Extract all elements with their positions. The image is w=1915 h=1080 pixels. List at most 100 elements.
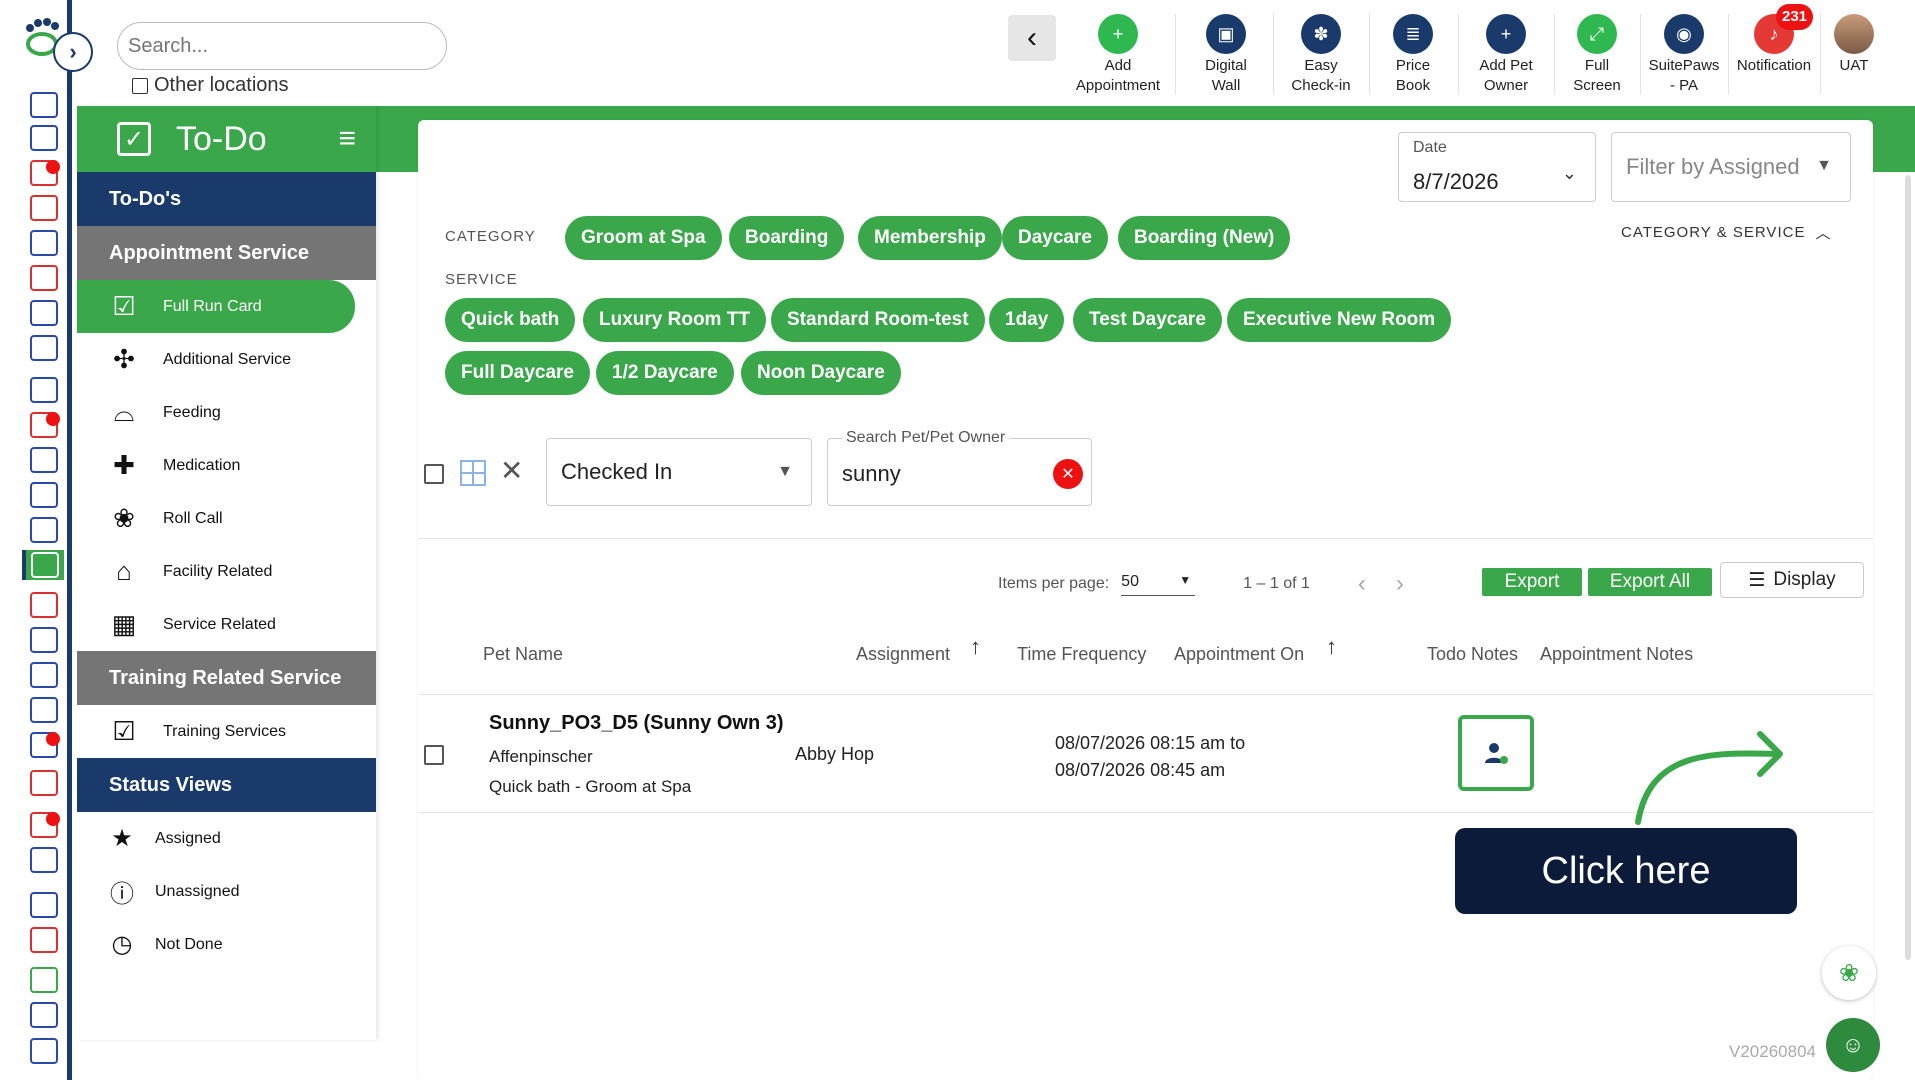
category-chip[interactable]: Daycare	[1002, 216, 1108, 260]
section-todos[interactable]: To-Do's	[77, 172, 376, 226]
toolbar-digital-wall[interactable]: ▣ Digital Wall	[1186, 14, 1266, 98]
column-header-pet-name[interactable]: Pet Name	[483, 644, 563, 665]
select-all-checkbox[interactable]	[424, 464, 444, 484]
search-input[interactable]	[117, 22, 447, 70]
sidebar-item-medication[interactable]: ✚ Medication	[77, 439, 376, 492]
chat-support-button[interactable]: ☺	[1826, 1018, 1880, 1072]
clear-filters-icon[interactable]: ✕	[500, 454, 523, 487]
category-service-toggle[interactable]: CATEGORY & SERVICE ︿	[1621, 222, 1831, 243]
service-chip[interactable]: Full Daycare	[445, 351, 590, 395]
sidebar-item-facility-related[interactable]: ⌂ Facility Related	[77, 545, 376, 598]
column-header-time-frequency[interactable]: Time Frequency	[1017, 644, 1146, 665]
export-all-button[interactable]: Export All	[1588, 568, 1712, 596]
status-select[interactable]: Checked In ▼	[546, 438, 812, 506]
calendar-red-icon[interactable]	[26, 410, 62, 440]
checkbox-box[interactable]	[132, 77, 148, 94]
service-chip[interactable]: Noon Daycare	[741, 351, 901, 395]
clock-settings-icon[interactable]	[26, 1000, 62, 1030]
other-locations-checkbox[interactable]: Other locations	[132, 74, 289, 97]
service-chip[interactable]: Executive New Room	[1227, 298, 1452, 342]
date-picker[interactable]: Date 8/7/2026 ⌄	[1398, 132, 1596, 202]
hamburger-menu-icon[interactable]: ≡	[338, 122, 356, 156]
search-pet-owner-field[interactable]: Search Pet/Pet Owner sunny ✕	[827, 429, 1092, 506]
column-header-appointment-on[interactable]: Appointment On	[1174, 644, 1304, 665]
toolbar-add-appointment[interactable]: + Add Appointment	[1068, 14, 1168, 98]
grid-icon[interactable]	[26, 515, 62, 545]
display-button[interactable]: ☰ Display	[1720, 562, 1864, 598]
toolbar-easy-checkin[interactable]: ✽ Easy Check-in	[1278, 14, 1364, 98]
category-chip[interactable]: Boarding	[729, 216, 845, 260]
calendar-alert-icon[interactable]	[26, 158, 62, 188]
sidebar-item-service-related[interactable]: ▦ Service Related	[77, 598, 376, 651]
today-key-icon[interactable]	[26, 375, 62, 405]
pet-name[interactable]: Sunny_PO3_D5 (Sunny Own 3)	[489, 712, 784, 735]
grid-view-icon[interactable]	[460, 460, 486, 486]
toolbar-full-screen[interactable]: ⤢ Full Screen	[1561, 14, 1633, 98]
service-chip[interactable]: Quick bath	[445, 298, 576, 342]
chart-icon[interactable]	[26, 965, 62, 995]
section-status-views[interactable]: Status Views	[77, 758, 376, 812]
column-header-todo-notes[interactable]: Todo Notes	[1427, 644, 1518, 665]
clear-search-icon[interactable]: ✕	[1053, 459, 1083, 489]
scrollbar[interactable]	[1905, 175, 1911, 960]
category-chip[interactable]: Membership	[858, 216, 1002, 260]
sidebar-item-training-services[interactable]: ☑ Training Services	[77, 705, 376, 758]
row-checkbox[interactable]	[424, 745, 444, 765]
category-chip[interactable]: Groom at Spa	[565, 216, 722, 260]
walk-icon[interactable]	[26, 193, 62, 223]
next-page-icon[interactable]: ›	[1396, 570, 1404, 598]
sort-arrow-up-icon[interactable]: ↑	[970, 634, 981, 660]
badge-icon[interactable]	[26, 730, 62, 760]
pet-record-icon[interactable]	[26, 333, 62, 363]
column-header-appointment-notes[interactable]: Appointment Notes	[1540, 644, 1693, 665]
chat-icon[interactable]	[26, 810, 62, 840]
today-icon[interactable]	[26, 90, 62, 120]
service-chip[interactable]: Standard Room-test	[771, 298, 985, 342]
collapse-toolbar-button[interactable]: ‹	[1008, 15, 1056, 61]
sidebar-item-roll-call[interactable]: ❀ Roll Call	[77, 492, 376, 545]
paw-icon[interactable]	[26, 228, 62, 258]
sort-arrow-up-icon[interactable]: ↑	[1326, 634, 1337, 660]
service-chip[interactable]: Luxury Room TT	[583, 298, 766, 342]
service-chip[interactable]: Test Daycare	[1073, 298, 1222, 342]
filter-by-assigned-select[interactable]: Filter by Assigned ▼	[1611, 132, 1851, 202]
items-per-page-select[interactable]: 50 ▼	[1121, 573, 1196, 596]
paw-help-button[interactable]: ❀	[1822, 946, 1876, 1000]
paws-icon[interactable]	[26, 695, 62, 725]
list-icon[interactable]	[26, 298, 62, 328]
assign-user-button[interactable]	[1458, 715, 1534, 791]
prev-page-icon[interactable]: ‹	[1358, 570, 1366, 598]
sidebar-item-feeding[interactable]: ⌓ Feeding	[77, 386, 376, 439]
sidebar-item-full-run-card[interactable]: ☑ Full Run Card	[77, 280, 355, 333]
rocket-paw-icon[interactable]	[26, 660, 62, 690]
store-icon[interactable]	[26, 263, 62, 293]
calendar-icon[interactable]	[26, 445, 62, 475]
section-training-related-service[interactable]: Training Related Service	[77, 651, 376, 705]
sidebar-item-unassigned[interactable]: ⓘ Unassigned	[77, 865, 376, 918]
sidebar-item-assigned[interactable]: ★ Assigned	[77, 812, 376, 865]
toolbar-suitepaws[interactable]: ◉ SuitePaws - PA	[1644, 14, 1724, 98]
calendar-user-icon[interactable]	[26, 480, 62, 510]
toolbar-price-book[interactable]: ≣ Price Book	[1376, 14, 1450, 98]
export-button[interactable]: Export	[1482, 568, 1582, 596]
toolbar-add-pet-owner[interactable]: + Add Pet Owner	[1463, 14, 1549, 98]
cart-icon[interactable]	[26, 625, 62, 655]
service-chip[interactable]: 1day	[989, 298, 1065, 342]
toolbar-user[interactable]: UAT	[1829, 14, 1879, 98]
category-chip[interactable]: Boarding (New)	[1118, 216, 1291, 260]
toolbar-notification[interactable]: ♪ 231 Notification	[1732, 4, 1816, 98]
team-icon[interactable]	[26, 1036, 62, 1066]
user-icon[interactable]	[26, 768, 62, 798]
gallery-icon[interactable]	[26, 845, 62, 875]
digital-wall-icon[interactable]	[26, 123, 62, 153]
report-icon[interactable]	[26, 590, 62, 620]
service-chip[interactable]: 1/2 Daycare	[596, 351, 734, 395]
expand-rail-button[interactable]: ›	[53, 32, 93, 72]
column-header-assignment[interactable]: Assignment	[856, 644, 950, 665]
section-appointment-service[interactable]: Appointment Service	[77, 226, 376, 280]
sidebar-item-not-done[interactable]: ◷ Not Done	[77, 918, 376, 971]
thumbs-up-icon[interactable]	[26, 890, 62, 920]
rocket-icon[interactable]	[26, 925, 62, 955]
sidebar-item-additional-service[interactable]: ✣ Additional Service	[77, 333, 376, 386]
todo-rail-icon[interactable]	[22, 550, 64, 580]
